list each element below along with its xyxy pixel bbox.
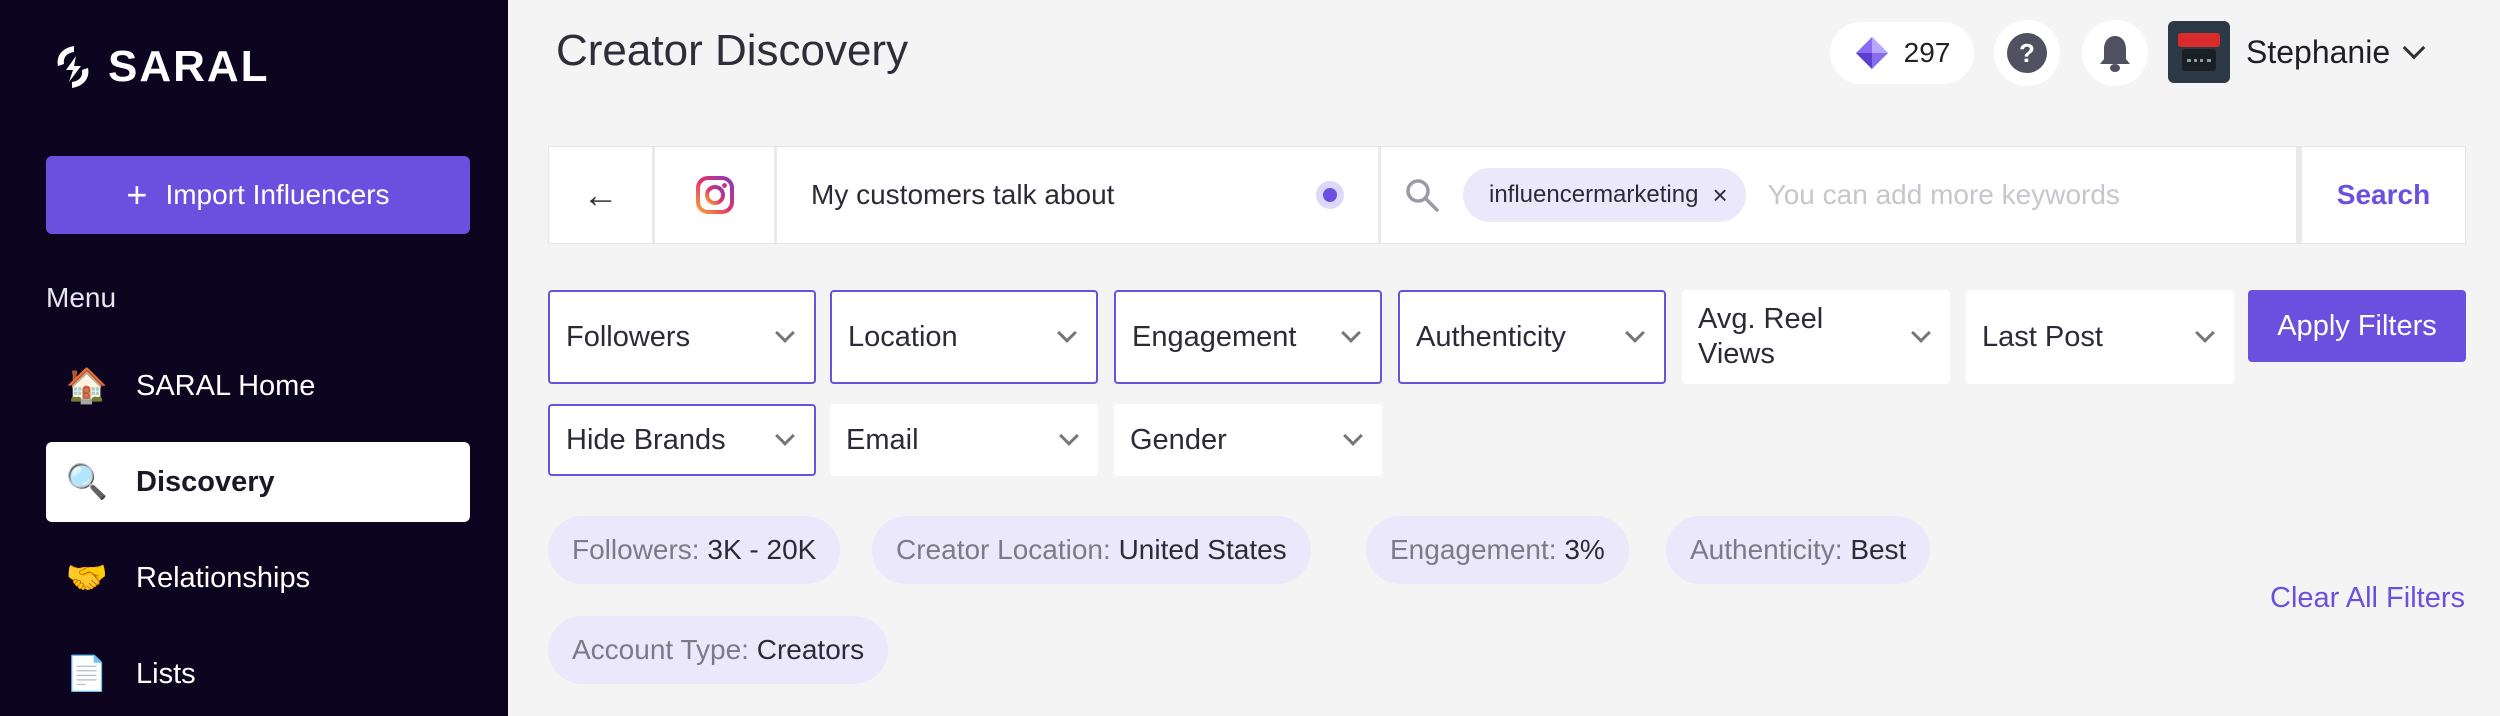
diamond-icon xyxy=(1855,37,1888,69)
filter-label: Gender xyxy=(1130,423,1227,456)
sidebar-item-label: Lists xyxy=(136,657,196,690)
chevron-down-icon xyxy=(1057,323,1077,343)
handshake-icon: 🤝 xyxy=(65,559,109,597)
filter-followers[interactable]: Followers xyxy=(548,290,816,384)
notifications-button[interactable] xyxy=(2082,20,2148,86)
credits-badge[interactable]: 297 xyxy=(1830,22,1974,84)
sidebar-item-discovery[interactable]: 🔍 Discovery xyxy=(46,442,470,522)
brand-name: SARAL xyxy=(108,42,270,91)
magnifier-icon: 🔍 xyxy=(65,463,109,501)
filter-label: Hide Brands xyxy=(566,423,726,456)
import-influencers-button[interactable]: + Import Influencers xyxy=(46,156,470,234)
sidebar-item-label: Relationships xyxy=(136,561,311,594)
sidebar: SARAL + Import Influencers Menu 🏠 SARAL … xyxy=(0,0,508,716)
avatar xyxy=(2168,21,2230,83)
chevron-down-icon xyxy=(1911,323,1931,343)
filter-label: Authenticity xyxy=(1416,320,1566,353)
search-mode-label: My customers talk about xyxy=(811,179,1115,210)
chevron-down-icon xyxy=(775,426,795,446)
menu-heading: Menu xyxy=(46,282,117,313)
chip-value: United States xyxy=(1118,534,1287,565)
search-mode-selector[interactable]: My customers talk about xyxy=(777,147,1381,243)
document-icon: 📄 xyxy=(65,655,109,693)
applied-filter-engagement[interactable]: Engagement: 3% xyxy=(1366,516,1629,584)
clear-all-filters-link[interactable]: Clear All Filters xyxy=(2270,582,2465,615)
chevron-down-icon xyxy=(1341,323,1361,343)
filter-gender[interactable]: Gender xyxy=(1114,404,1382,476)
applied-filter-location[interactable]: Creator Location: United States xyxy=(872,516,1311,584)
chevron-down-icon xyxy=(775,323,795,343)
chevron-down-icon xyxy=(2402,36,2426,60)
filter-label: Followers xyxy=(566,320,691,353)
filter-authenticity[interactable]: Authenticity xyxy=(1398,290,1666,384)
bell-icon xyxy=(2100,36,2130,72)
filter-engagement[interactable]: Engagement xyxy=(1114,290,1382,384)
back-button[interactable]: ← xyxy=(549,147,655,243)
chip-key: Followers: xyxy=(572,534,700,565)
brand-logo[interactable]: SARAL xyxy=(52,42,270,92)
applied-filter-authenticity[interactable]: Authenticity: Best xyxy=(1666,516,1931,584)
chip-value: Creators xyxy=(756,634,865,665)
applied-filter-account-type[interactable]: Account Type: Creators xyxy=(548,616,889,684)
chevron-down-icon xyxy=(1625,323,1645,343)
filter-label: Avg. Reel Views xyxy=(1698,303,1824,370)
plus-icon: + xyxy=(126,174,148,215)
help-button[interactable]: ? xyxy=(1994,20,2060,86)
platform-selector[interactable] xyxy=(655,147,777,243)
applied-filter-followers[interactable]: Followers: 3K - 20K xyxy=(548,516,841,584)
chevron-down-icon xyxy=(1059,426,1079,446)
sidebar-item-saral-home[interactable]: 🏠 SARAL Home xyxy=(46,346,470,426)
instagram-icon xyxy=(695,176,734,214)
saral-logo-icon xyxy=(57,46,89,88)
sidebar-item-label: Discovery xyxy=(136,465,275,498)
chip-key: Authenticity: xyxy=(1690,534,1843,565)
keyword-chip: influencermarketing × xyxy=(1463,168,1746,222)
keyword-area: influencermarketing × xyxy=(1381,147,2299,243)
keyword-chip-label: influencermarketing xyxy=(1489,181,1699,208)
filter-label: Last Post xyxy=(1982,320,2103,353)
credits-count: 297 xyxy=(1903,37,1951,68)
chip-value: 3K - 20K xyxy=(707,534,817,565)
search-button[interactable]: Search xyxy=(2299,147,2465,243)
chip-key: Account Type: xyxy=(572,634,749,665)
filter-last-post[interactable]: Last Post xyxy=(1966,290,2234,384)
user-name: Stephanie xyxy=(2246,33,2391,70)
filter-location[interactable]: Location xyxy=(830,290,1098,384)
user-menu[interactable]: Stephanie xyxy=(2168,20,2426,84)
chip-key: Engagement: xyxy=(1390,534,1557,565)
remove-keyword-icon[interactable]: × xyxy=(1712,180,1727,211)
search-bar: ← My customers talk about influencermark… xyxy=(548,146,2466,244)
page-title: Creator Discovery xyxy=(556,26,909,75)
apply-filters-button[interactable]: Apply Filters xyxy=(2248,290,2466,362)
keyword-input[interactable] xyxy=(1767,179,2228,211)
chip-key: Creator Location: xyxy=(896,534,1111,565)
sidebar-item-relationships[interactable]: 🤝 Relationships xyxy=(46,538,470,618)
sidebar-item-lists[interactable]: 📄 Lists xyxy=(46,634,470,714)
chip-value: Best xyxy=(1850,534,1907,565)
filter-label: Email xyxy=(846,423,919,456)
radio-selected-icon xyxy=(1316,181,1344,209)
filter-email[interactable]: Email xyxy=(830,404,1098,476)
search-icon xyxy=(1406,179,1439,212)
filter-label: Engagement xyxy=(1132,320,1297,353)
filter-avg-reel-views[interactable]: Avg. Reel Views xyxy=(1682,290,1950,384)
import-influencers-label: Import Influencers xyxy=(165,179,390,210)
question-icon: ? xyxy=(2007,33,2047,73)
filter-label: Location xyxy=(848,320,958,353)
house-icon: 🏠 xyxy=(65,367,109,405)
chip-value: 3% xyxy=(1564,534,1605,565)
sidebar-item-label: SARAL Home xyxy=(136,369,316,402)
chevron-down-icon xyxy=(2195,323,2215,343)
chevron-down-icon xyxy=(1343,426,1363,446)
arrow-left-icon: ← xyxy=(582,174,619,215)
filter-hide-brands[interactable]: Hide Brands xyxy=(548,404,816,476)
